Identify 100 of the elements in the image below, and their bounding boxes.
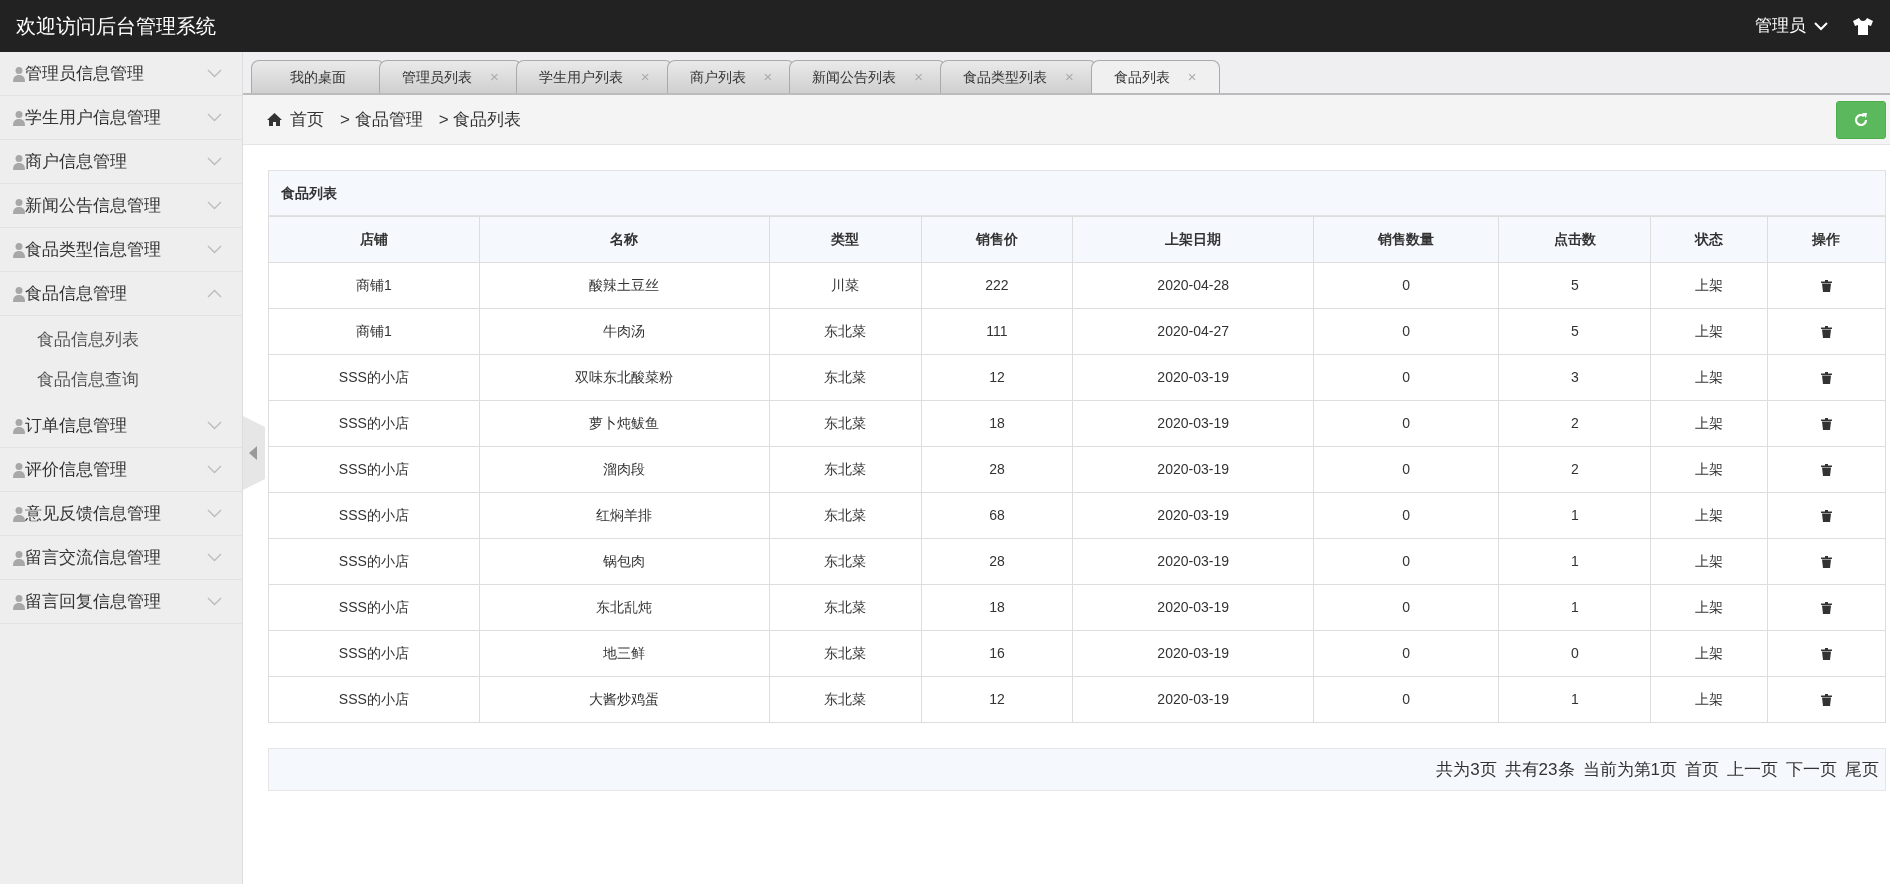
table-cell: 牛肉汤 bbox=[479, 308, 770, 355]
table-cell: 2020-03-19 bbox=[1072, 676, 1314, 723]
trash-icon[interactable] bbox=[1820, 280, 1832, 293]
pagination-text: 当前为第1页 bbox=[1582, 758, 1677, 781]
table-cell: 1 bbox=[1498, 538, 1651, 585]
pagination-text: 共有23条 bbox=[1504, 758, 1575, 781]
table-cell: 0 bbox=[1313, 354, 1499, 401]
caret-left-icon bbox=[249, 446, 257, 460]
table-cell: SSS的小店 bbox=[268, 400, 480, 447]
chevron-down-icon bbox=[207, 509, 222, 518]
pagination-text: 上一页 bbox=[1727, 758, 1778, 781]
table-cell: 萝卜炖鲅鱼 bbox=[479, 400, 770, 447]
menu-item[interactable]: 商户信息管理 bbox=[0, 140, 242, 184]
chevron-down-icon bbox=[207, 597, 222, 606]
table-cell: 川菜 bbox=[769, 262, 922, 309]
menu-item[interactable]: 学生用户信息管理 bbox=[0, 96, 242, 140]
user-menu[interactable]: 管理员 bbox=[1755, 13, 1828, 39]
column-header: 店铺 bbox=[268, 216, 480, 263]
table-cell: 上架 bbox=[1650, 308, 1768, 355]
table-cell: 上架 bbox=[1650, 262, 1768, 309]
table-cell: 上架 bbox=[1650, 354, 1768, 401]
table-cell: 东北菜 bbox=[769, 630, 922, 677]
trash-icon[interactable] bbox=[1820, 556, 1832, 569]
table-cell: 28 bbox=[921, 446, 1073, 493]
chevron-down-icon bbox=[207, 421, 222, 430]
tab[interactable]: 食品列表 × bbox=[1090, 60, 1220, 93]
table-cell: 5 bbox=[1498, 308, 1651, 355]
shirt-icon[interactable] bbox=[1852, 17, 1874, 35]
pagination-text: 首页 bbox=[1685, 758, 1719, 781]
chevron-down-icon bbox=[207, 113, 222, 122]
table-cell: 0 bbox=[1313, 492, 1499, 539]
table-cell: SSS的小店 bbox=[268, 630, 480, 677]
menu-item[interactable]: 食品信息管理 bbox=[0, 272, 242, 316]
table-cell: 东北菜 bbox=[769, 308, 922, 355]
table-cell: 溜肉段 bbox=[479, 446, 770, 493]
user-icon bbox=[13, 417, 25, 434]
chevron-down-icon bbox=[207, 553, 222, 562]
menu-item[interactable]: 订单信息管理 bbox=[0, 404, 242, 448]
menu-item[interactable]: 留言交流信息管理 bbox=[0, 536, 242, 580]
user-icon bbox=[13, 153, 25, 170]
table-cell: 2020-03-19 bbox=[1072, 584, 1314, 631]
chevron-down-icon bbox=[207, 157, 222, 166]
breadcrumb-item[interactable]: > 食品管理 bbox=[340, 106, 423, 133]
submenu-item[interactable]: 食品信息列表 bbox=[37, 327, 139, 353]
menu-item[interactable]: 意见反馈信息管理 bbox=[0, 492, 242, 536]
table-cell: 商铺1 bbox=[268, 262, 480, 309]
trash-icon[interactable] bbox=[1820, 464, 1832, 477]
table-cell: 东北菜 bbox=[769, 400, 922, 447]
table-cell: 上架 bbox=[1650, 630, 1768, 677]
table-cell: 0 bbox=[1313, 630, 1499, 677]
table-cell: 地三鲜 bbox=[479, 630, 770, 677]
trash-icon[interactable] bbox=[1820, 372, 1832, 385]
trash-icon[interactable] bbox=[1820, 326, 1832, 339]
breadcrumb-item: > 食品列表 bbox=[438, 108, 522, 131]
table-cell: 2020-03-19 bbox=[1072, 354, 1314, 401]
table-cell: 双味东北酸菜粉 bbox=[479, 354, 770, 401]
user-icon bbox=[13, 285, 25, 302]
menu-item[interactable]: 新闻公告信息管理 bbox=[0, 184, 242, 228]
column-header: 上架日期 bbox=[1072, 216, 1314, 263]
user-icon bbox=[13, 505, 25, 522]
table-cell: 222 bbox=[921, 262, 1073, 309]
table-cell: SSS的小店 bbox=[268, 584, 480, 631]
chevron-down-icon bbox=[207, 69, 222, 78]
chevron-down-icon bbox=[207, 465, 222, 474]
table-cell: 2020-03-19 bbox=[1072, 492, 1314, 539]
trash-icon[interactable] bbox=[1820, 510, 1832, 523]
submenu-item[interactable]: 食品信息查询 bbox=[37, 367, 139, 393]
table-cell: 上架 bbox=[1650, 676, 1768, 723]
table-cell: 东北菜 bbox=[769, 676, 922, 723]
user-icon bbox=[13, 593, 25, 610]
table-cell: 0 bbox=[1313, 400, 1499, 447]
table-cell: 上架 bbox=[1650, 584, 1768, 631]
table-cell: 商铺1 bbox=[268, 308, 480, 355]
table-cell: 东北乱炖 bbox=[479, 584, 770, 631]
menu-item[interactable]: 管理员信息管理 bbox=[0, 52, 242, 96]
menu-item[interactable]: 评价信息管理 bbox=[0, 448, 242, 492]
table-cell: 2020-04-27 bbox=[1072, 308, 1314, 355]
table-cell: 1 bbox=[1498, 584, 1651, 631]
table-cell: 2 bbox=[1498, 446, 1651, 493]
breadcrumb-link[interactable]: 首页 bbox=[290, 106, 324, 133]
table-cell: 1 bbox=[1498, 492, 1651, 539]
menu-item[interactable]: 留言回复信息管理 bbox=[0, 580, 242, 624]
menu-item[interactable]: 食品类型信息管理 bbox=[0, 228, 242, 272]
table-cell: 2020-03-19 bbox=[1072, 538, 1314, 585]
table-cell: SSS的小店 bbox=[268, 446, 480, 493]
table-cell: SSS的小店 bbox=[268, 538, 480, 585]
table-cell: 28 bbox=[921, 538, 1073, 585]
table-cell: 东北菜 bbox=[769, 446, 922, 493]
table-cell: 16 bbox=[921, 630, 1073, 677]
table-cell: 0 bbox=[1313, 262, 1499, 309]
table-cell: 2020-04-28 bbox=[1072, 262, 1314, 309]
column-header: 销售数量 bbox=[1313, 216, 1499, 263]
trash-icon[interactable] bbox=[1820, 418, 1832, 431]
trash-icon[interactable] bbox=[1820, 648, 1832, 661]
user-icon bbox=[13, 197, 25, 214]
table-cell: 2 bbox=[1498, 400, 1651, 447]
refresh-button[interactable] bbox=[1836, 100, 1886, 139]
trash-icon[interactable] bbox=[1820, 694, 1832, 707]
home-icon bbox=[267, 113, 282, 126]
trash-icon[interactable] bbox=[1820, 602, 1832, 615]
